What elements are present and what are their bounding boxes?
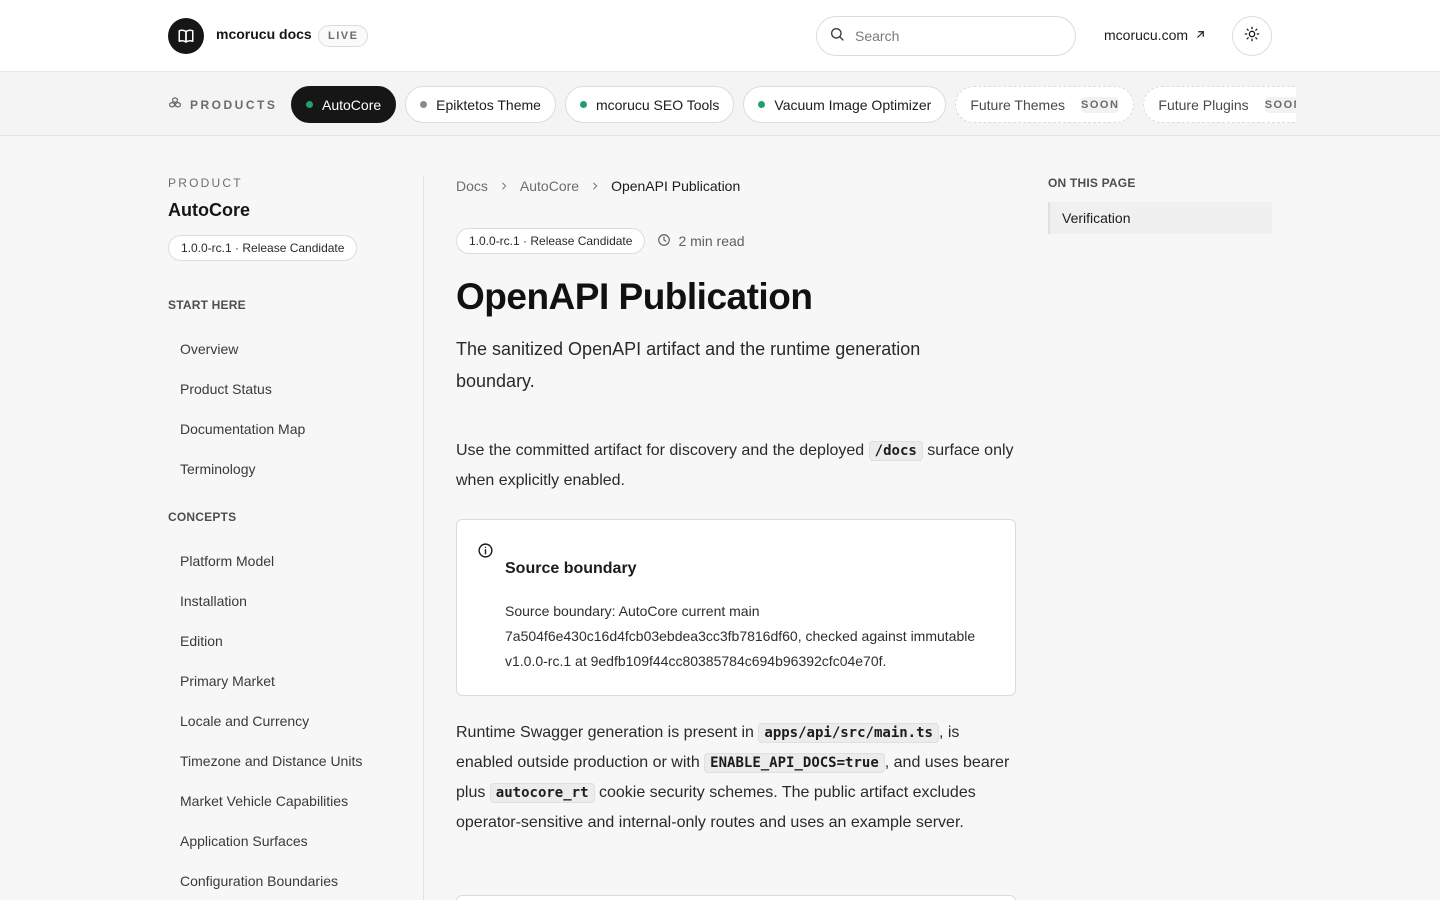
sidebar-item-installation[interactable]: Installation — [168, 581, 424, 621]
product-pill-label: Future Themes — [970, 96, 1065, 113]
version-badge: 1.0.0-rc.1 · Release Candidate — [168, 235, 358, 261]
sidebar-item-application-surfaces[interactable]: Application Surfaces — [168, 821, 424, 861]
breadcrumb-autocore[interactable]: AutoCore — [520, 178, 579, 194]
on-this-page: ON THIS PAGE Verification — [1048, 176, 1272, 234]
sidebar-kicker: PRODUCT — [168, 176, 243, 190]
breadcrumb-docs[interactable]: Docs — [456, 178, 488, 194]
docs-sidebar: PRODUCT AutoCore 1.0.0-rc.1 · Release Ca… — [168, 176, 424, 889]
product-pill-epiktetos-theme[interactable]: Epiktetos Theme — [405, 86, 556, 123]
sidebar-item-market-vehicle-capabilities[interactable]: Market Vehicle Capabilities — [168, 781, 424, 821]
soon-badge: SOON — [1264, 96, 1296, 113]
product-pill-label: mcorucu SEO Tools — [595, 96, 720, 113]
callout-body: Source boundary: AutoCore current main 7… — [505, 603, 976, 669]
sidebar-item-overview[interactable]: Overview — [168, 329, 424, 369]
runtime-text: Runtime Swagger generation is present in — [456, 724, 759, 741]
breadcrumb-current: OpenAPI Publication — [611, 178, 741, 194]
clock-icon — [657, 233, 671, 250]
products-label: PRODUCTS — [190, 97, 278, 112]
sidebar-divider — [423, 176, 424, 900]
product-pills: AutoCore Epiktetos Theme mcorucu SEO Too… — [291, 86, 1296, 124]
read-time-label: 2 min read — [678, 233, 745, 249]
product-pill-future-plugins[interactable]: Future Plugins SOON — [1143, 86, 1296, 123]
sidebar-section-title: START HERE — [168, 298, 246, 312]
inline-code: apps/api/src/main.ts — [758, 723, 939, 743]
doc-content: Docs AutoCore OpenAPI Publication 1.0.0-… — [456, 176, 1016, 900]
top-header: mcorucu docs LIVE mcorucu.com — [0, 0, 1440, 72]
sidebar-item-timezone-and-distance-units[interactable]: Timezone and Distance Units — [168, 741, 424, 781]
external-site-label: mcorucu.com — [1104, 27, 1189, 43]
product-pill-autocore[interactable]: AutoCore — [291, 86, 397, 123]
sun-icon — [1244, 26, 1260, 47]
product-pill-seo-tools[interactable]: mcorucu SEO Tools — [564, 86, 735, 123]
sidebar-item-locale-and-currency[interactable]: Locale and Currency — [168, 701, 424, 741]
products-heading: PRODUCTS — [168, 96, 277, 113]
page-meta: 1.0.0-rc.1 · Release Candidate 2 min rea… — [456, 228, 745, 254]
search-icon — [829, 26, 845, 47]
sidebar-item-product-status[interactable]: Product Status — [168, 369, 424, 409]
site-title[interactable]: mcorucu docs — [216, 26, 312, 42]
sidebar-item-platform-model[interactable]: Platform Model — [168, 541, 424, 581]
intro-text: Use the committed artifact for discovery… — [456, 442, 869, 459]
book-icon[interactable] — [168, 18, 204, 54]
page-title: OpenAPI Publication — [456, 276, 813, 317]
toc-item-verification[interactable]: Verification — [1050, 202, 1272, 234]
product-pill-label: Epiktetos Theme — [436, 96, 541, 113]
search-box[interactable] — [816, 16, 1076, 56]
version-badge: 1.0.0-rc.1 · Release Candidate — [456, 228, 646, 254]
product-pill-label: AutoCore — [322, 96, 382, 113]
intro-paragraph: Use the committed artifact for discovery… — [456, 436, 1016, 495]
runtime-paragraph: Runtime Swagger generation is present in… — [456, 718, 1016, 837]
toc-list: Verification — [1048, 202, 1272, 234]
theme-toggle-button[interactable] — [1232, 16, 1272, 56]
inline-code: ENABLE_API_DOCS=true — [704, 753, 885, 773]
toc-heading: ON THIS PAGE — [1048, 176, 1136, 190]
product-pill-label: Future Plugins — [1158, 96, 1249, 113]
inline-code: /docs — [868, 441, 923, 461]
sidebar-item-edition[interactable]: Edition — [168, 621, 424, 661]
sidebar-section-concepts: CONCEPTS Platform Model Installation Edi… — [168, 510, 424, 900]
live-badge: LIVE — [318, 25, 369, 47]
products-bar: PRODUCTS AutoCore Epiktetos Theme mcoruc… — [0, 72, 1440, 136]
next-content-card — [456, 895, 1016, 900]
sidebar-item-documentation-map[interactable]: Documentation Map — [168, 409, 424, 449]
status-dot — [579, 101, 587, 108]
soon-badge: SOON — [1081, 96, 1120, 113]
boxes-icon — [168, 96, 182, 113]
arrow-up-right-icon — [1195, 27, 1206, 43]
status-dot — [306, 101, 313, 108]
search-input[interactable] — [855, 28, 1055, 44]
external-site-link[interactable]: mcorucu.com — [1104, 27, 1206, 43]
product-pill-label: Vacuum Image Optimizer — [774, 96, 932, 113]
info-icon — [477, 542, 494, 564]
status-dot — [758, 101, 766, 108]
source-boundary-callout: Source boundary Source boundary: AutoCor… — [456, 519, 1016, 696]
sidebar-item-configuration-boundaries[interactable]: Configuration Boundaries — [168, 861, 424, 900]
read-time: 2 min read — [657, 233, 745, 250]
sidebar-product-name[interactable]: AutoCore — [168, 200, 424, 221]
inline-code: autocore_rt — [489, 783, 595, 803]
product-pill-vacuum-image-optimizer[interactable]: Vacuum Image Optimizer — [743, 86, 947, 123]
sidebar-item-primary-market[interactable]: Primary Market — [168, 661, 424, 701]
sidebar-section-start-here: START HERE Overview Product Status Docum… — [168, 298, 424, 489]
page-lead: The sanitized OpenAPI artifact and the r… — [456, 339, 921, 391]
callout-title: Source boundary — [505, 560, 637, 577]
status-dot — [420, 101, 428, 108]
chevron-right-icon — [590, 181, 600, 191]
breadcrumb: Docs AutoCore OpenAPI Publication — [456, 176, 1016, 196]
product-pill-future-themes[interactable]: Future Themes SOON — [955, 86, 1135, 123]
chevron-right-icon — [499, 181, 509, 191]
sidebar-section-title: CONCEPTS — [168, 510, 237, 524]
sidebar-item-terminology[interactable]: Terminology — [168, 449, 424, 489]
